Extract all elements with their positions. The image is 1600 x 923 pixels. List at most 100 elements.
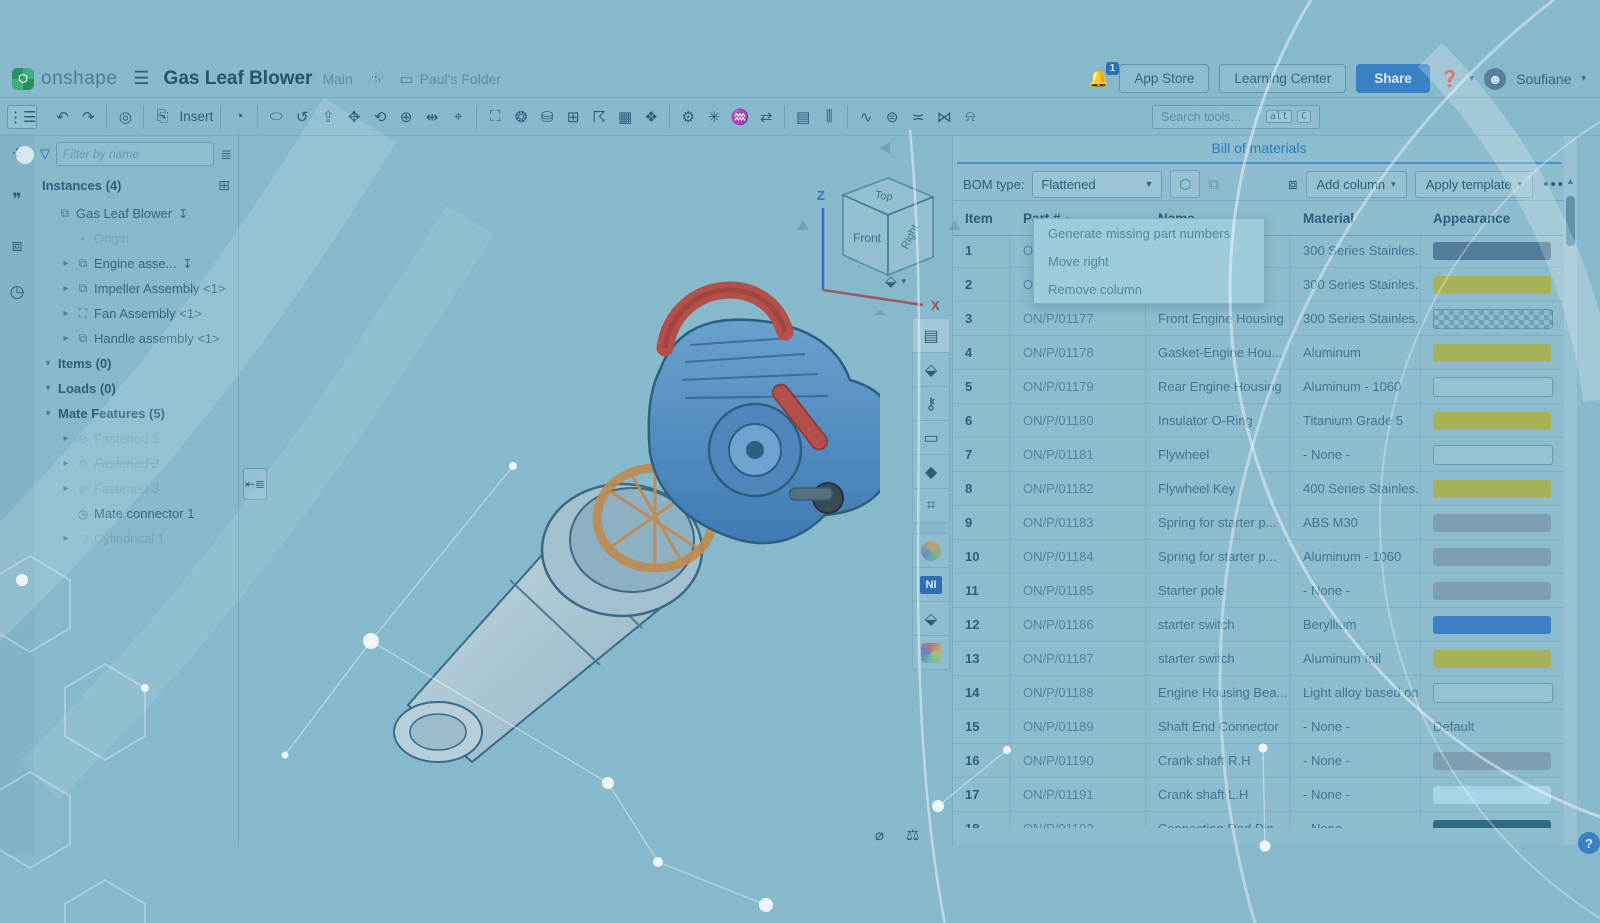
- translate-icon[interactable]: ✥: [343, 106, 365, 128]
- bom-scrollbar[interactable]: ▲: [1564, 136, 1577, 845]
- snap-mode-icon[interactable]: ⌖: [447, 106, 469, 128]
- cell-name[interactable]: Crank shaft L.H: [1146, 778, 1291, 811]
- workspace-name[interactable]: Main: [322, 71, 352, 87]
- cell-material[interactable]: ABS M30: [1291, 506, 1421, 539]
- cell-material[interactable]: 400 Series Stainles...: [1291, 472, 1421, 505]
- cell-part-number[interactable]: ON/P/01182: [1011, 472, 1146, 505]
- table-row[interactable]: 11ON/P/01185Starter pole- None -: [953, 574, 1565, 608]
- cell-appearance[interactable]: [1421, 744, 1565, 777]
- document-title[interactable]: Gas Leaf Blower: [164, 68, 313, 90]
- filter-input[interactable]: Filter by name: [56, 142, 214, 166]
- mirror-icon[interactable]: ⇹: [421, 106, 443, 128]
- cell-material[interactable]: - None -: [1291, 778, 1421, 811]
- render-k-icon[interactable]: ⌗: [912, 488, 950, 523]
- appearance-swatch[interactable]: [1433, 650, 1551, 668]
- scroll-thumb[interactable]: [1566, 196, 1575, 246]
- col-material[interactable]: Material: [1291, 211, 1421, 226]
- chevron-right-icon[interactable]: ▸: [58, 333, 74, 344]
- cell-material[interactable]: Aluminum: [1291, 336, 1421, 369]
- appearance-swatch[interactable]: [1433, 514, 1551, 532]
- apply-template-button[interactable]: Apply template ▾: [1415, 171, 1534, 198]
- cell-material[interactable]: 300 Series Stainles...: [1291, 234, 1421, 267]
- measure-icon[interactable]: ⌀: [875, 826, 884, 844]
- cell-material[interactable]: Aluminum - 1060: [1291, 370, 1421, 403]
- follow-mode-icon[interactable]: ⧈: [12, 236, 23, 256]
- open-external-icon[interactable]: ⧉: [1208, 176, 1219, 193]
- context-menu-item[interactable]: Move right: [1034, 247, 1264, 275]
- mass-properties-icon[interactable]: ⚖: [906, 826, 919, 844]
- onshape-bom-icon[interactable]: ⬡: [1170, 170, 1200, 198]
- tree-item[interactable]: ▸⊖Fastened 3: [34, 476, 238, 501]
- tree-item[interactable]: ⧉Gas Leaf Blower↧: [34, 201, 238, 226]
- mate-icon[interactable]: ⬭: [265, 106, 287, 128]
- cell-appearance[interactable]: [1421, 472, 1565, 505]
- cell-material[interactable]: - None -: [1291, 710, 1421, 743]
- cell-appearance[interactable]: [1421, 608, 1565, 641]
- simulation-icon[interactable]: ▭: [912, 420, 950, 454]
- insert-icon[interactable]: ⎘: [151, 106, 173, 128]
- cell-part-number[interactable]: ON/P/01184: [1011, 540, 1146, 573]
- table-row[interactable]: 3ON/P/01177Front Engine Housing300 Serie…: [953, 302, 1565, 336]
- undo-icon[interactable]: ↶: [51, 106, 73, 128]
- cell-part-number[interactable]: ON/P/01181: [1011, 438, 1146, 471]
- tree-item[interactable]: ▾Loads (0): [34, 376, 238, 401]
- appearance-swatch[interactable]: [1433, 344, 1551, 362]
- table-row[interactable]: 14ON/P/01188Engine Housing Bea...Light a…: [953, 676, 1565, 710]
- tree-item[interactable]: ◷Mate connector 1: [34, 501, 238, 526]
- appearance-swatch[interactable]: [1433, 752, 1551, 770]
- cell-part-number[interactable]: ON/P/01178: [1011, 336, 1146, 369]
- app-ni-icon[interactable]: NI: [912, 567, 950, 601]
- cell-material[interactable]: Light alloy based on...: [1291, 676, 1421, 709]
- cell-appearance[interactable]: [1421, 506, 1565, 539]
- add-column-button[interactable]: Add column ▾: [1306, 171, 1407, 198]
- bowtie-icon[interactable]: ⋈: [933, 106, 955, 128]
- cell-appearance[interactable]: [1421, 404, 1565, 437]
- cell-material[interactable]: - None -: [1291, 438, 1421, 471]
- appearance-swatch[interactable]: [1433, 548, 1551, 566]
- table-row[interactable]: 5ON/P/01179Rear Engine HousingAluminum -…: [953, 370, 1565, 404]
- notifications-bell-icon[interactable]: 🔔 1: [1088, 69, 1109, 89]
- add-folder-icon[interactable]: ⊞: [218, 177, 230, 194]
- group-icon[interactable]: ⊕: [395, 106, 417, 128]
- rain-curves-icon[interactable]: ≍: [907, 106, 929, 128]
- table-row[interactable]: 12ON/P/01186starter switchBeryllium: [953, 608, 1565, 642]
- app-cube-icon[interactable]: ⬙: [912, 601, 950, 635]
- cell-part-number[interactable]: ON/P/01177: [1011, 302, 1146, 335]
- col-item[interactable]: Item: [953, 211, 1011, 226]
- parts-box-icon[interactable]: ⬙: [912, 352, 950, 386]
- app-store-button[interactable]: App Store: [1119, 64, 1209, 93]
- cell-name[interactable]: Flywheel Key: [1146, 472, 1291, 505]
- cell-material[interactable]: - None -: [1291, 812, 1421, 828]
- cell-part-number[interactable]: ON/P/01190: [1011, 744, 1146, 777]
- cell-appearance[interactable]: [1421, 642, 1565, 675]
- view-options-dropdown[interactable]: ⬙ ▾: [885, 272, 906, 290]
- appearance-swatch[interactable]: [1433, 377, 1553, 397]
- cell-appearance[interactable]: [1421, 234, 1565, 267]
- cell-part-number[interactable]: ON/P/01183: [1011, 506, 1146, 539]
- app-color-icon[interactable]: [912, 533, 950, 567]
- bom-more-button[interactable]: •••: [1543, 176, 1565, 193]
- cell-part-number[interactable]: ON/P/01189: [1011, 710, 1146, 743]
- cell-name[interactable]: Gasket-Engine Hou...: [1146, 336, 1291, 369]
- cell-appearance[interactable]: [1421, 370, 1565, 403]
- table-icon[interactable]: ▦: [614, 106, 636, 128]
- cell-appearance[interactable]: [1421, 268, 1565, 301]
- cell-appearance[interactable]: [1421, 302, 1565, 335]
- cell-name[interactable]: Crank shaft R.H: [1146, 744, 1291, 777]
- cell-name[interactable]: Starter pole: [1146, 574, 1291, 607]
- appearance-icon[interactable]: ◆: [912, 454, 950, 488]
- scroll-up-icon[interactable]: ▲: [1564, 176, 1577, 186]
- table-row[interactable]: 4ON/P/01178Gasket-Engine Hou...Aluminum: [953, 336, 1565, 370]
- cell-material[interactable]: 300 Series Stainles...: [1291, 268, 1421, 301]
- cell-part-number[interactable]: ON/P/01179: [1011, 370, 1146, 403]
- bom-type-select[interactable]: Flattened ▼: [1032, 171, 1162, 198]
- leaf-blower-3d-model[interactable]: [360, 250, 880, 780]
- table-row[interactable]: 15ON/P/01189Shaft End Connector- None -D…: [953, 710, 1565, 744]
- appearance-swatch[interactable]: [1433, 242, 1551, 260]
- cell-appearance[interactable]: [1421, 574, 1565, 607]
- redo-icon[interactable]: ↷: [77, 106, 99, 128]
- bom-panel-icon[interactable]: ▤: [912, 318, 950, 352]
- cell-name[interactable]: Front Engine Housing: [1146, 302, 1291, 335]
- appearance-swatch[interactable]: [1433, 309, 1553, 329]
- sync-icon[interactable]: ◎: [114, 106, 136, 128]
